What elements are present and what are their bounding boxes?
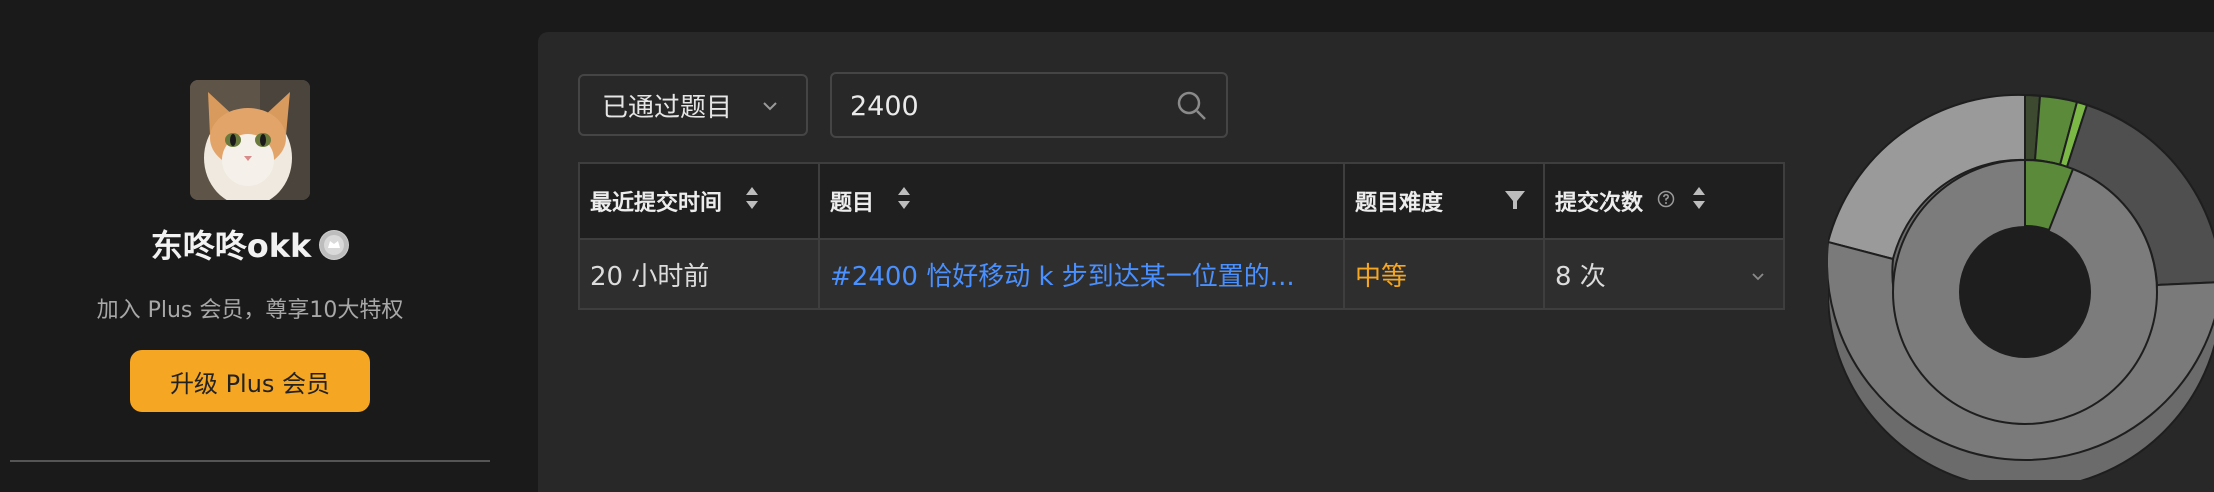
header-label: 最近提交时间 (590, 191, 723, 216)
sort-icon[interactable] (744, 184, 760, 218)
username-row: 东咚咚okk (0, 222, 500, 270)
progress-donut-chart (1828, 93, 2214, 480)
cell-submit-time: 20 小时前 (580, 240, 820, 308)
status-filter-select[interactable]: 已通过题目 (578, 74, 808, 136)
difficulty-badge: 中等 (1355, 261, 1408, 292)
cell-title[interactable]: #2400 恰好移动 k 步到达某一位置的... (820, 240, 1345, 308)
filter-icon[interactable] (1503, 188, 1527, 212)
chevron-down-icon (763, 102, 777, 111)
attempts-count: 8 次 (1555, 261, 1606, 292)
cell-difficulty: 中等 (1345, 240, 1545, 308)
header-title[interactable]: 题目 (820, 164, 1345, 238)
profile-sidebar: 东咚咚okk 加入 Plus 会员，尊享10大特权 升级 Plus 会员 (0, 0, 500, 480)
search-icon[interactable] (1176, 90, 1208, 122)
chevron-down-icon[interactable] (1749, 268, 1767, 286)
header-attempts[interactable]: 提交次数 (1545, 164, 1783, 238)
header-label: 提交次数 (1555, 191, 1644, 216)
submissions-table: 最近提交时间 题目 题目难度 提交次数 20 小时前 #2400 恰好移动 k … (578, 162, 1785, 310)
search-field[interactable] (830, 72, 1228, 138)
header-submit-time[interactable]: 最近提交时间 (580, 164, 820, 238)
cell-attempts: 8 次 (1545, 240, 1783, 308)
upgrade-plus-button[interactable]: 升级 Plus 会员 (130, 350, 370, 412)
table-row[interactable]: 20 小时前 #2400 恰好移动 k 步到达某一位置的... 中等 8 次 (580, 240, 1783, 308)
search-input[interactable] (848, 84, 1152, 128)
table-header: 最近提交时间 题目 题目难度 提交次数 (580, 164, 1783, 240)
sort-icon[interactable] (1691, 184, 1707, 218)
header-label: 题目 (830, 191, 875, 216)
username: 东咚咚okk (150, 227, 312, 265)
plus-membership-tip: 加入 Plus 会员，尊享10大特权 (96, 298, 404, 323)
problem-title-link[interactable]: #2400 恰好移动 k 步到达某一位置的... (830, 256, 1295, 293)
help-icon[interactable] (1657, 189, 1675, 214)
level-badge-icon (319, 230, 350, 260)
header-label: 题目难度 (1355, 191, 1444, 216)
sort-icon[interactable] (896, 184, 912, 218)
avatar[interactable] (190, 80, 310, 200)
divider (10, 460, 490, 462)
status-filter-value: 已通过题目 (602, 92, 733, 123)
header-difficulty[interactable]: 题目难度 (1345, 164, 1545, 238)
